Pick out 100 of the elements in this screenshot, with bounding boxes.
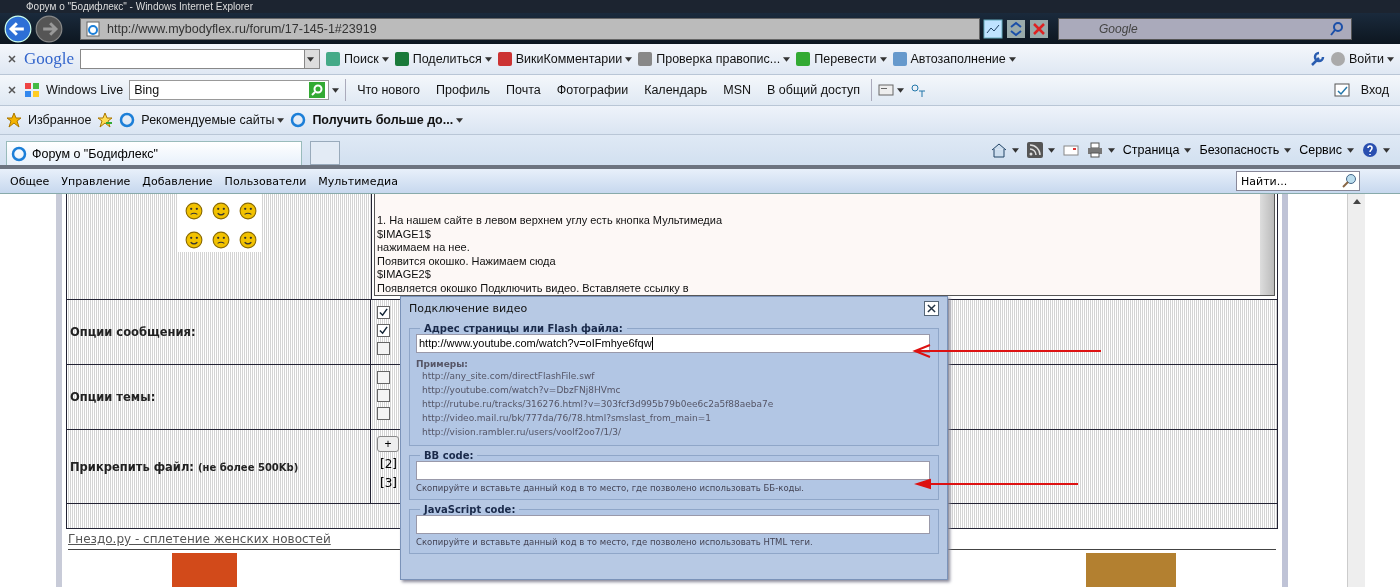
form-label: Прикрепить файл: (не более 500Kb) [70,459,299,474]
page-scrollbar[interactable] [1347,194,1365,587]
toolbar-button[interactable]: Автозаполнение [892,52,1006,66]
example-url: http://rutube.ru/tracks/316276.html?v=303fcf3d995b79b0ee6c2a5f88aeba7e [422,398,775,411]
caret-icon[interactable] [1284,147,1292,153]
caret-icon[interactable] [381,56,389,62]
caret-icon[interactable] [625,56,633,62]
command-menu[interactable]: Сервис [1299,143,1342,157]
toolbar-link[interactable]: Профиль [436,83,490,97]
javascript-code-field[interactable] [416,515,930,534]
printer-icon[interactable] [1086,142,1103,158]
close-icon[interactable] [8,86,16,94]
caret-icon[interactable] [456,117,464,123]
caret-icon[interactable] [897,87,905,93]
toolbar-button[interactable]: Перевести [796,52,877,66]
close-button[interactable] [924,300,939,316]
smiley-icon[interactable] [185,231,203,249]
smiley-icon[interactable] [212,202,230,220]
toolbar-button[interactable]: Проверка правопис... [638,52,781,66]
smiley-icon[interactable] [185,202,203,220]
add-favorite-icon[interactable] [97,112,114,128]
sign-in-link[interactable]: Вход [1360,83,1389,97]
browser-tab[interactable]: Форум о "Бодифлекс" [6,141,302,165]
smiley-icon[interactable] [239,231,257,249]
message-textarea[interactable]: 1. На нашем сайте в левом верхнем углу есть кнопка Мультимедиа $IMAGE1$ нажимаем на нее. Появится окошко. Нажимаем сюда $IMAGE2$ Появляется окошко Подключить видео. Вставляете ссылку в [374,194,1275,296]
toolbar-button[interactable]: Поиск [326,52,379,66]
caret-icon[interactable] [1347,147,1354,153]
favorites-button[interactable]: Избранное [28,113,92,127]
forum-menu-item[interactable]: Пользователи [218,174,313,188]
caret-icon[interactable] [879,56,887,62]
caret-icon[interactable] [332,87,340,93]
wrench-icon[interactable] [1309,51,1325,67]
caret-icon[interactable] [1383,147,1390,153]
textarea-scrollbar[interactable] [1260,194,1274,295]
toolbar-button[interactable]: ВикиКомментарии [497,52,623,66]
refresh-icon[interactable] [1006,18,1026,39]
search-icon[interactable] [1341,173,1357,189]
favorites-link[interactable]: Рекомендуемые сайты [141,113,275,127]
toolbar-link[interactable]: Календарь [644,83,708,97]
caret-icon[interactable] [1011,147,1019,153]
toolbar-link[interactable]: Что нового [357,83,420,97]
star-icon[interactable] [6,112,22,128]
compatibility-icon[interactable] [983,18,1003,39]
checkbox-icon[interactable] [1333,82,1350,98]
address-field[interactable]: http://www.mybodyflex.ru/forum/17-145-1#23919 [80,17,980,40]
caret-icon[interactable] [783,56,791,62]
search-icon[interactable] [309,82,326,98]
caret-icon[interactable] [1387,56,1394,62]
toolbar-link[interactable]: MSN [723,83,751,97]
footer-link[interactable]: Гнездо.ру - сплетение женских новостей [68,532,331,546]
checkbox[interactable] [377,342,390,355]
toolbar-button[interactable]: Поделиться [394,52,482,66]
bb-code-field[interactable] [416,461,930,480]
search-field[interactable]: Найти... [1236,171,1360,191]
window-icon[interactable] [878,82,895,98]
group-legend: JavaScript code: [420,504,520,515]
checkbox[interactable] [377,407,390,420]
search-field[interactable]: Google [1058,17,1352,40]
message-text-line: Появляется окошко Подключить видео. Вставляете ссылку в [377,281,690,295]
forum-menu-item[interactable]: Общее [4,174,56,188]
message-text-line: $IMAGE2$ [377,268,432,282]
smiley-icon[interactable] [212,231,230,249]
caret-icon[interactable] [1184,147,1192,153]
stop-icon[interactable] [1029,18,1049,39]
toolbar-link[interactable]: В общий доступ [767,83,861,97]
smiley-icon[interactable] [239,202,257,220]
caret-icon[interactable] [277,117,285,123]
caret-icon[interactable] [1107,147,1115,153]
checkbox[interactable] [377,371,390,384]
search-field[interactable] [80,49,321,69]
caret-icon[interactable] [307,56,315,62]
checkbox[interactable] [377,389,390,402]
search-icon[interactable] [1329,20,1345,37]
checkbox[interactable] [377,324,390,337]
translate-icon[interactable] [910,82,927,98]
example-url: http://any_site.com/directFlashFile.swf [422,370,596,383]
toolbar-link[interactable]: Почта [506,83,541,97]
home-icon[interactable] [990,142,1007,158]
mail-icon[interactable] [1062,142,1079,158]
checkbox[interactable] [377,306,390,319]
add-file-button[interactable]: + [377,436,399,452]
group-legend: BB code: [420,450,478,461]
close-icon[interactable] [8,55,16,63]
caret-icon[interactable] [484,56,492,62]
search-field[interactable]: Bing [129,80,330,100]
sign-in-button[interactable]: Войти [1331,52,1384,66]
forum-menu-item[interactable]: Управление [55,174,137,188]
caret-icon[interactable] [1047,147,1055,153]
forum-menu-item[interactable]: Мультимедиа [312,174,404,188]
url-input[interactable]: http://www.youtube.com/watch?v=oIFmhye6fqw [416,334,930,353]
rss-icon[interactable] [1026,142,1043,158]
caret-icon[interactable] [1008,56,1016,62]
scroll-up-icon[interactable] [1352,199,1361,204]
favorites-link[interactable]: Получить больше до... [312,113,454,127]
command-menu[interactable]: Страница [1122,143,1180,157]
toolbar-link[interactable]: Фотографии [556,83,629,97]
command-menu[interactable]: Безопасность [1199,143,1280,157]
forum-menu-item[interactable]: Добавление [136,174,219,188]
page-icon [290,112,307,128]
help-icon[interactable] [1362,142,1378,158]
